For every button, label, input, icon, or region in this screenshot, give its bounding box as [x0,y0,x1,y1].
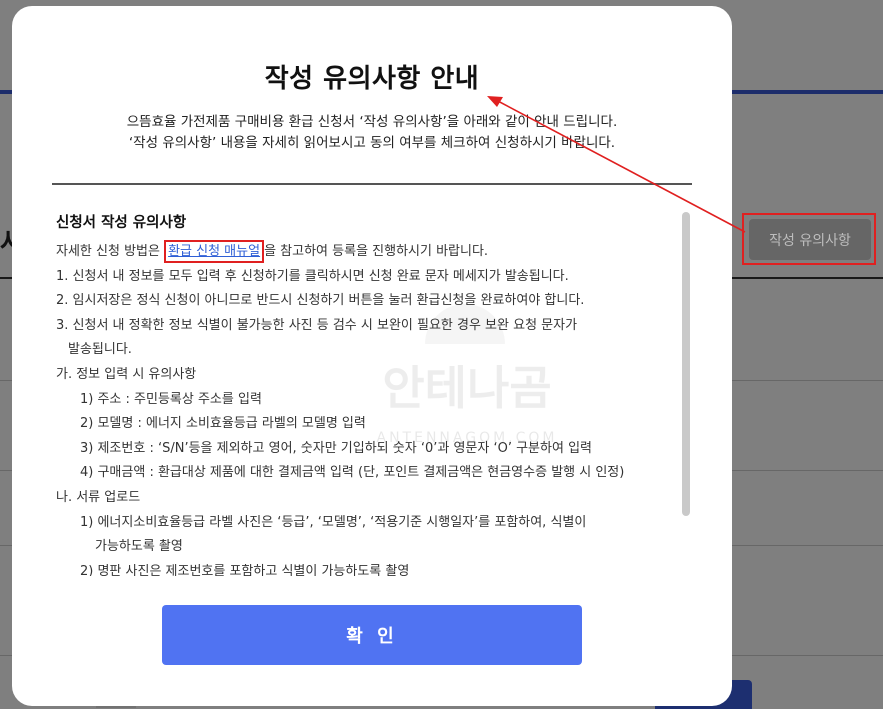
notes-section-heading: 가. 정보 입력 시 유의사항 [56,366,197,382]
refund-manual-link[interactable]: 환급 신청 매뉴얼 [168,244,260,259]
modal-title: 작성 유의사항 안내 [264,64,480,94]
notes-item: 1. 신청서 내 정보를 모두 입력 후 신청하기를 클릭하시면 신청 완료 문… [56,268,569,284]
notes-subitem-continuation: 가능하도록 촬영 [95,539,183,555]
writing-notes-button[interactable]: 작성 유의사항 [749,219,871,260]
notes-item-continuation: 발송됩니다. [68,342,132,358]
intro-text: 자세한 신청 방법은 [56,244,165,259]
notes-item: 3. 신청서 내 정확한 정보 식별이 불가능한 사진 등 검수 시 보완이 필… [56,317,578,333]
notes-item: 2. 임시저장은 정식 신청이 아니므로 반드시 신청하기 버튼을 눌러 환급신… [56,293,585,309]
confirm-button[interactable]: 확 인 [162,605,582,665]
notes-subitem: 3) 제조번호 : ‘S/N’등을 제외하고 영어, 숫자만 기입하되 숫자 ‘… [80,440,592,456]
notes-subitem: 1) 주소 : 주민등록상 주소를 입력 [80,391,262,407]
notes-subitem: 4) 구매금액 : 환급대상 제품에 대한 결제금액 입력 (단, 포인트 결제… [80,465,625,481]
modal-divider [52,183,692,185]
intro-text: 을 참고하여 등록을 진행하시기 바랍니다. [264,244,489,259]
notes-subitem: 2) 명판 사진은 제조번호를 포함하고 식별이 가능하도록 촬영 [80,563,410,576]
modal-subtitle-line: 으뜸효율 가전제품 구매비용 환급 신청서 ‘작성 유의사항’을 아래와 같이 … [126,114,618,130]
notes-content[interactable]: 신청서 작성 유의사항 자세한 신청 방법은 환급 신청 매뉴얼 을 참고하여 등… [56,212,676,576]
notes-subitem: 1) 에너지소비효율등급 라벨 사진은 ‘등급’, ‘모델명’, ‘적용기준 시… [80,514,587,530]
content-scrollbar[interactable] [682,212,690,516]
notice-modal: 작성 유의사항 안내 으뜸효율 가전제품 구매비용 환급 신청서 ‘작성 유의사… [12,6,732,706]
notes-heading: 신청서 작성 유의사항 [56,215,187,231]
notes-section-heading: 나. 서류 업로드 [56,489,141,505]
notes-intro: 자세한 신청 방법은 환급 신청 매뉴얼 을 참고하여 등록을 진행하시기 바랍니… [56,240,676,265]
modal-subtitle-line: ‘작성 유의사항’ 내용을 자세히 읽어보시고 동의 여부를 체크하여 신청하시… [128,135,616,151]
notes-subitem: 2) 모델명 : 에너지 소비효율등급 라벨의 모델명 입력 [80,416,366,432]
modal-subtitle: 으뜸효율 가전제품 구매비용 환급 신청서 ‘작성 유의사항’을 아래와 같이 … [12,112,732,154]
manual-link-highlight: 환급 신청 매뉴얼 [164,240,265,263]
